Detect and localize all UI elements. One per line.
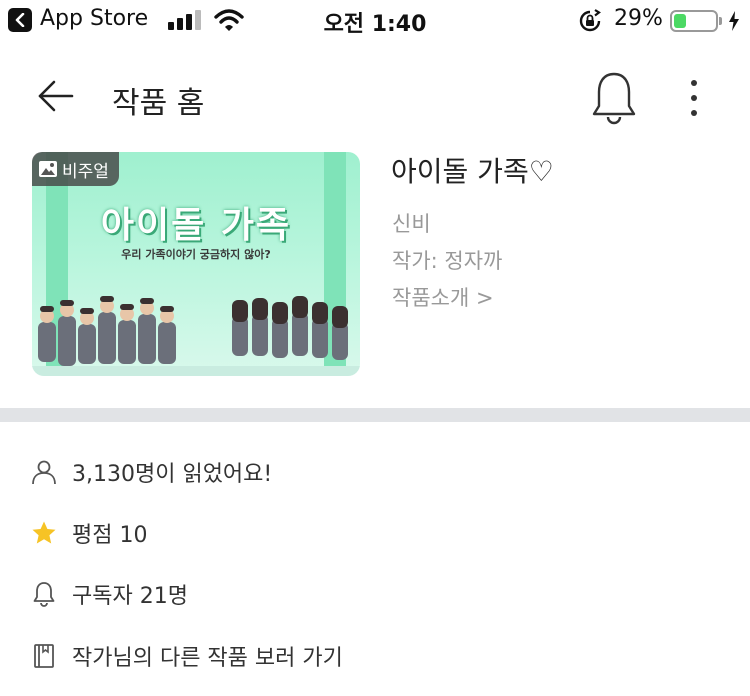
rating-text: 평점 10 [72,523,148,548]
rating-row: 평점 10 [30,513,720,553]
back-arrow-icon [38,80,74,112]
work-intro-link[interactable]: 작품소개 > [392,282,494,312]
image-icon [39,161,57,177]
section-divider [0,408,750,422]
work-title: 아이돌 가족♡ [391,155,554,188]
visual-badge-label: 비주얼 [62,161,109,182]
subscribers-text: 구독자 21명 [72,584,188,609]
app-header: 작품 홈 [0,60,750,132]
more-vertical-icon [691,80,697,86]
more-options-button[interactable] [680,76,708,120]
book-icon [30,642,58,670]
charging-icon [729,11,739,31]
battery-icon [670,10,718,32]
more-dot [691,110,697,116]
battery-tip [719,17,722,25]
author-other-works-link[interactable]: 작가님의 다른 작품 보러 가기 [30,636,720,676]
battery-fill [674,14,686,28]
subscribers-row: 구독자 21명 [30,574,720,614]
cover-subtitle: 우리 가족이야기 궁금하지 않아? [121,248,271,261]
author-other-works-text[interactable]: 작가님의 다른 작품 보러 가기 [72,640,343,672]
star-icon [30,519,58,547]
bell-icon [30,580,58,608]
notification-button[interactable] [588,70,640,126]
readers-count-text: 3,130명이 읽었어요! [72,462,273,487]
more-dot [691,95,697,101]
back-button[interactable] [30,74,78,118]
user-icon [30,458,58,486]
battery-percent: 29% [614,6,663,31]
orientation-lock-icon [579,9,601,32]
work-author[interactable]: 작가: 정자까 [392,245,502,275]
cover-title: 아이돌 가족 [100,205,292,246]
visual-badge: 비주얼 [32,152,119,186]
readers-count-row: 3,130명이 읽었어요! [30,452,720,492]
work-genre[interactable]: 신비 [392,208,431,238]
cover-illustration [32,296,360,376]
page-title: 작품 홈 [112,86,205,121]
status-bar: App Store 오전 1:40 29% [0,0,750,42]
bell-icon [592,72,636,125]
